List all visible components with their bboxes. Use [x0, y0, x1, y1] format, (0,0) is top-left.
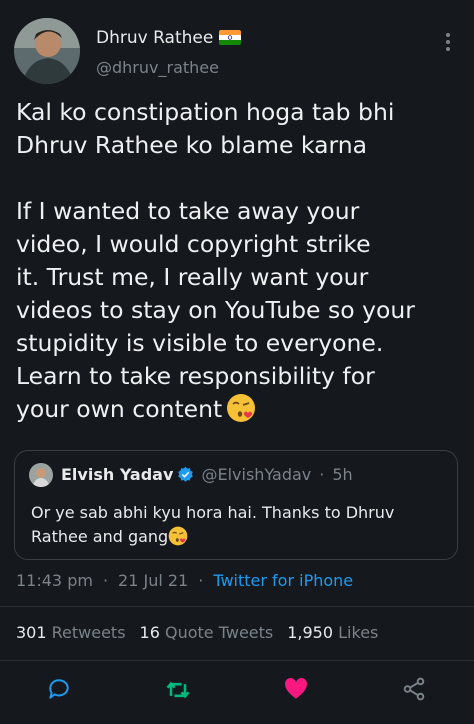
verified-badge-icon — [177, 466, 194, 483]
tweet-detail-page: Dhruv Rathee @dhruv_rathee Kal ko consti… — [0, 0, 474, 724]
quoted-tweet-time: 5h — [332, 465, 353, 484]
face-blowing-kiss-emoji — [226, 393, 256, 423]
tweet-date[interactable]: 21 Jul 21 — [118, 571, 188, 590]
tweet-time[interactable]: 11:43 pm — [16, 571, 93, 590]
quoted-author-handle: @ElvishYadav — [201, 465, 312, 484]
tweet-header: Dhruv Rathee @dhruv_rathee — [14, 16, 460, 86]
quoted-author-name: Elvish Yadav — [61, 465, 174, 484]
like-icon[interactable] — [283, 676, 311, 704]
tweet-stats: 301 Retweets 16 Quote Tweets 1,950 Likes — [16, 623, 392, 642]
quoted-tweet-card[interactable]: Elvish Yadav @ElvishYadav · 5h Or ye sab a… — [14, 450, 458, 560]
tweet-source-link[interactable]: Twitter for iPhone — [213, 571, 353, 590]
retweet-icon[interactable] — [164, 676, 192, 704]
likes-stat[interactable]: 1,950 Likes — [287, 623, 378, 642]
quote-tweets-stat[interactable]: 16 Quote Tweets — [140, 623, 274, 642]
reply-icon[interactable] — [46, 676, 74, 704]
author-name[interactable]: Dhruv Rathee — [96, 28, 242, 48]
face-blowing-kiss-emoji — [168, 526, 188, 546]
tweet-text: Kal ko constipation hoga tab bhi Dhruv R… — [16, 98, 415, 423]
divider — [0, 660, 474, 661]
more-options-icon[interactable] — [440, 30, 456, 54]
author-avatar[interactable] — [14, 18, 80, 84]
divider — [0, 606, 474, 607]
share-icon[interactable] — [401, 676, 429, 704]
quoted-tweet-text: Or ye sab abhi kyu hora hai. Thanks to D… — [31, 503, 395, 546]
india-flag-icon — [219, 30, 242, 45]
quoted-tweet-header: Elvish Yadav @ElvishYadav · 5h — [61, 465, 353, 484]
tweet-meta: 11:43 pm · 21 Jul 21 · Twitter for iPhone — [16, 571, 354, 590]
retweets-stat[interactable]: 301 Retweets — [16, 623, 126, 642]
author-handle[interactable]: @dhruv_rathee — [96, 58, 219, 77]
quoted-author-avatar — [29, 463, 53, 487]
